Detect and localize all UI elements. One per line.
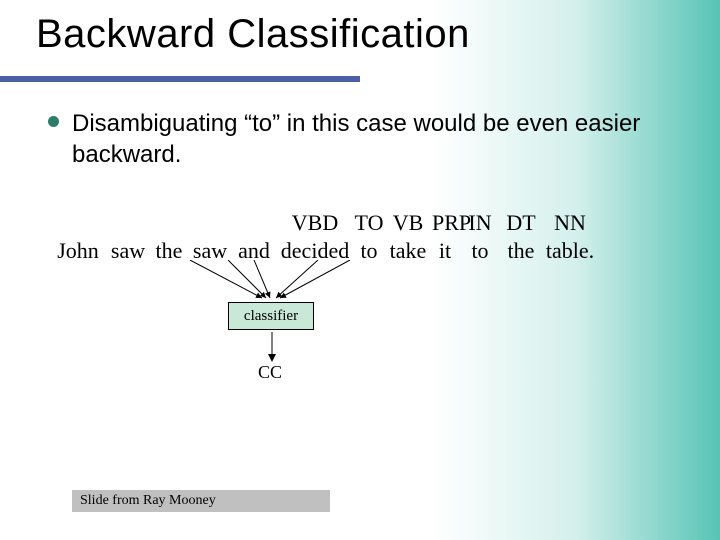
- feature-arrows: [50, 260, 690, 300]
- bullet-icon: [48, 116, 59, 127]
- word-to1: to: [354, 238, 384, 264]
- words-row: John saw the saw and decided to take it …: [50, 238, 690, 264]
- slide-title: Backward Classification: [36, 12, 470, 57]
- word-the1: the: [150, 238, 188, 264]
- tag-and: [232, 210, 276, 236]
- tag-to1: TO: [354, 210, 384, 236]
- classifier-output: CC: [258, 362, 282, 383]
- word-to2: to: [458, 238, 502, 264]
- word-the2: the: [502, 238, 540, 264]
- title-underline: [0, 76, 360, 82]
- tag-decided: VBD: [276, 210, 354, 236]
- word-and: and: [232, 238, 276, 264]
- bullet-text: Disambiguating “to” in this case would b…: [72, 110, 640, 168]
- pos-tags-row: VBD TO VB PRP IN DT NN: [50, 210, 690, 236]
- tag-saw2: [188, 210, 232, 236]
- word-take: take: [384, 238, 432, 264]
- tag-it: PRP: [432, 210, 458, 236]
- tag-take: VB: [384, 210, 432, 236]
- tag-table: NN: [540, 210, 600, 236]
- tag-to2: IN: [458, 210, 502, 236]
- word-john: John: [50, 238, 106, 264]
- tag-john: [50, 210, 106, 236]
- word-saw2: saw: [188, 238, 232, 264]
- word-it: it: [432, 238, 458, 264]
- bullet-item: Disambiguating “to” in this case would b…: [72, 108, 660, 170]
- word-saw1: saw: [106, 238, 150, 264]
- attribution: Slide from Ray Mooney: [72, 490, 330, 512]
- slide: Backward Classification Disambiguating “…: [0, 0, 720, 540]
- tag-the1: [150, 210, 188, 236]
- example-sentence: VBD TO VB PRP IN DT NN John saw the saw …: [50, 210, 690, 264]
- classifier-box: classifier: [228, 302, 314, 330]
- tag-the2: DT: [502, 210, 540, 236]
- output-arrow: [266, 332, 278, 362]
- word-table: table.: [540, 238, 600, 264]
- word-decided: decided: [276, 238, 354, 264]
- tag-saw1: [106, 210, 150, 236]
